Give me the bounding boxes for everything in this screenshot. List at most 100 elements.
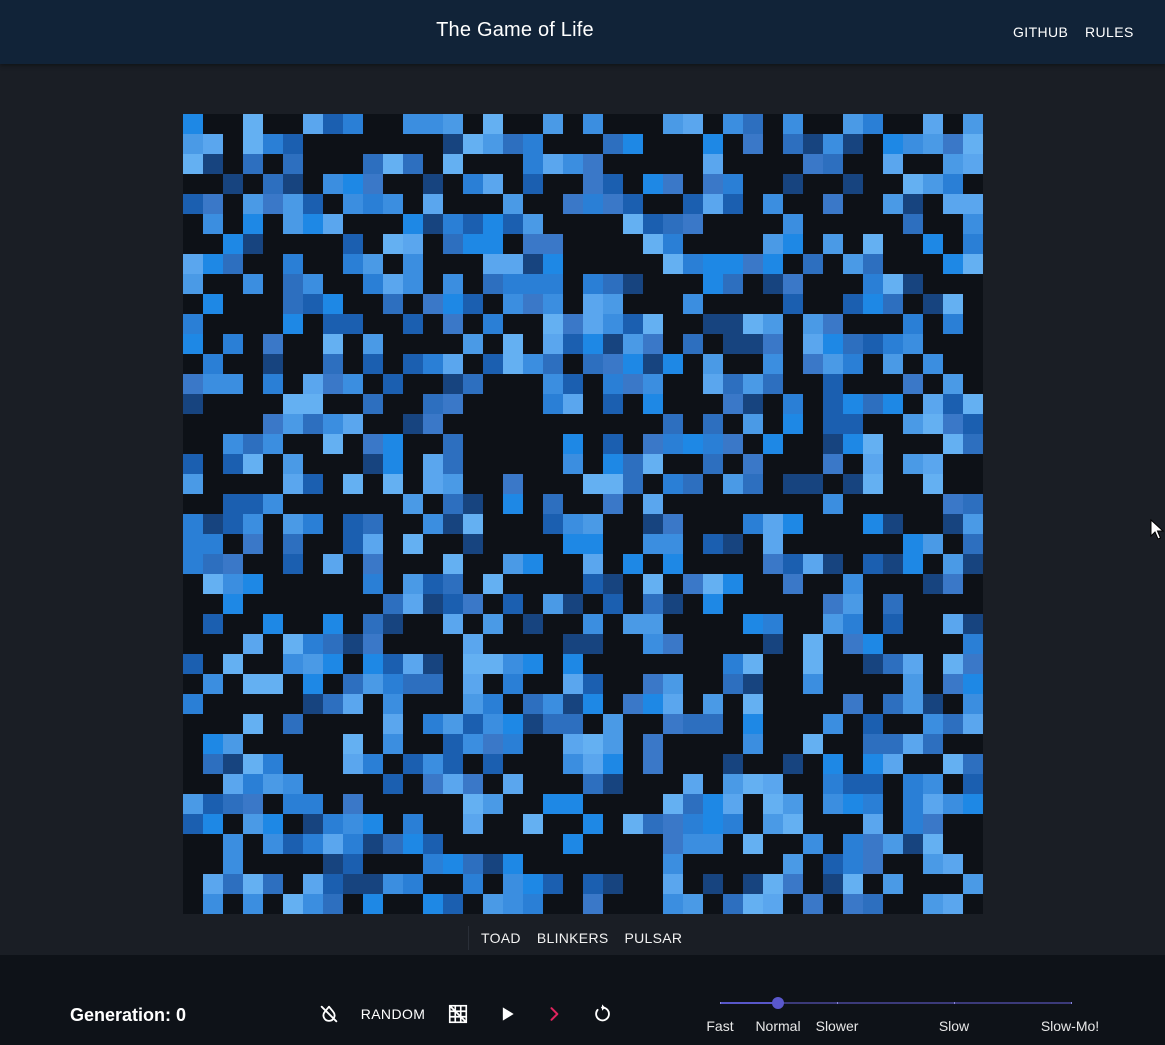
live-cell[interactable]	[863, 254, 883, 274]
live-cell[interactable]	[683, 194, 703, 214]
live-cell[interactable]	[463, 734, 483, 754]
live-cell[interactable]	[203, 674, 223, 694]
live-cell[interactable]	[663, 174, 683, 194]
live-cell[interactable]	[923, 114, 943, 134]
live-cell[interactable]	[943, 494, 963, 514]
live-cell[interactable]	[863, 474, 883, 494]
live-cell[interactable]	[303, 474, 323, 494]
live-cell[interactable]	[883, 274, 903, 294]
live-cell[interactable]	[243, 434, 263, 454]
live-cell[interactable]	[723, 174, 743, 194]
live-cell[interactable]	[443, 314, 463, 334]
live-cell[interactable]	[363, 354, 383, 374]
live-cell[interactable]	[263, 374, 283, 394]
live-cell[interactable]	[223, 514, 243, 534]
live-cell[interactable]	[723, 474, 743, 494]
live-cell[interactable]	[823, 354, 843, 374]
live-cell[interactable]	[663, 414, 683, 434]
live-cell[interactable]	[463, 774, 483, 794]
live-cell[interactable]	[343, 254, 363, 274]
live-cell[interactable]	[823, 554, 843, 574]
live-cell[interactable]	[823, 134, 843, 154]
live-cell[interactable]	[363, 454, 383, 474]
live-cell[interactable]	[243, 194, 263, 214]
live-cell[interactable]	[603, 474, 623, 494]
live-cell[interactable]	[943, 674, 963, 694]
live-cell[interactable]	[883, 694, 903, 714]
live-cell[interactable]	[183, 274, 203, 294]
live-cell[interactable]	[423, 754, 443, 774]
live-cell[interactable]	[643, 814, 663, 834]
live-cell[interactable]	[863, 854, 883, 874]
live-cell[interactable]	[763, 194, 783, 214]
live-cell[interactable]	[323, 314, 343, 334]
live-cell[interactable]	[843, 434, 863, 454]
live-cell[interactable]	[603, 134, 623, 154]
live-cell[interactable]	[383, 434, 403, 454]
live-cell[interactable]	[603, 374, 623, 394]
live-cell[interactable]	[443, 274, 463, 294]
live-cell[interactable]	[543, 314, 563, 334]
live-cell[interactable]	[663, 514, 683, 534]
live-cell[interactable]	[343, 814, 363, 834]
live-cell[interactable]	[763, 554, 783, 574]
live-cell[interactable]	[663, 234, 683, 254]
live-cell[interactable]	[443, 154, 463, 174]
live-cell[interactable]	[823, 494, 843, 514]
live-cell[interactable]	[363, 174, 383, 194]
live-cell[interactable]	[303, 414, 323, 434]
live-cell[interactable]	[603, 714, 623, 734]
reset-button[interactable]	[589, 1001, 615, 1027]
live-cell[interactable]	[183, 334, 203, 354]
live-cell[interactable]	[743, 614, 763, 634]
live-cell[interactable]	[203, 354, 223, 374]
live-cell[interactable]	[203, 214, 223, 234]
live-cell[interactable]	[843, 854, 863, 874]
live-cell[interactable]	[923, 474, 943, 494]
live-cell[interactable]	[183, 514, 203, 534]
live-cell[interactable]	[223, 594, 243, 614]
live-cell[interactable]	[483, 694, 503, 714]
live-cell[interactable]	[323, 554, 343, 574]
live-cell[interactable]	[403, 874, 423, 894]
live-cell[interactable]	[903, 674, 923, 694]
live-cell[interactable]	[483, 714, 503, 734]
live-cell[interactable]	[343, 474, 363, 494]
live-cell[interactable]	[923, 734, 943, 754]
live-cell[interactable]	[423, 854, 443, 874]
live-cell[interactable]	[343, 854, 363, 874]
live-cell[interactable]	[923, 774, 943, 794]
live-cell[interactable]	[423, 114, 443, 134]
live-cell[interactable]	[203, 894, 223, 914]
live-cell[interactable]	[623, 214, 643, 234]
live-cell[interactable]	[903, 314, 923, 334]
live-cell[interactable]	[543, 794, 563, 814]
live-cell[interactable]	[443, 454, 463, 474]
live-cell[interactable]	[623, 274, 643, 294]
live-cell[interactable]	[303, 194, 323, 214]
live-cell[interactable]	[243, 154, 263, 174]
live-cell[interactable]	[963, 674, 983, 694]
live-cell[interactable]	[483, 654, 503, 674]
live-cell[interactable]	[363, 194, 383, 214]
live-cell[interactable]	[843, 614, 863, 634]
live-cell[interactable]	[643, 614, 663, 634]
live-cell[interactable]	[283, 514, 303, 534]
live-cell[interactable]	[343, 194, 363, 214]
live-cell[interactable]	[623, 814, 643, 834]
live-cell[interactable]	[583, 274, 603, 294]
live-cell[interactable]	[283, 254, 303, 274]
live-cell[interactable]	[843, 114, 863, 134]
live-cell[interactable]	[823, 334, 843, 354]
rules-link[interactable]: RULES	[1085, 24, 1134, 40]
live-cell[interactable]	[583, 614, 603, 634]
live-cell[interactable]	[483, 214, 503, 234]
live-cell[interactable]	[863, 654, 883, 674]
live-cell[interactable]	[483, 314, 503, 334]
live-cell[interactable]	[803, 834, 823, 854]
live-cell[interactable]	[643, 374, 663, 394]
live-cell[interactable]	[903, 374, 923, 394]
live-cell[interactable]	[943, 414, 963, 434]
live-cell[interactable]	[463, 654, 483, 674]
live-cell[interactable]	[563, 534, 583, 554]
